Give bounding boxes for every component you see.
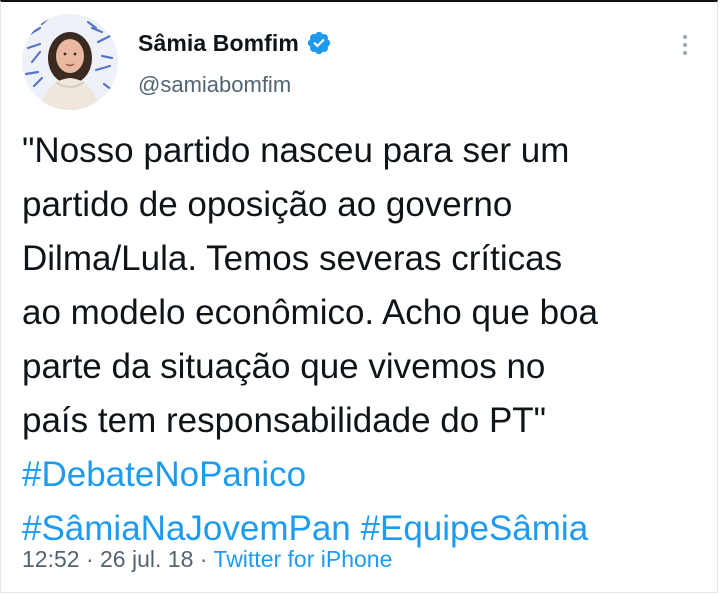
more-vertical-icon[interactable]	[672, 30, 698, 60]
meta-separator: ·	[199, 546, 208, 572]
author-name-row: Sâmia Bomfim	[138, 28, 332, 58]
tweet-date[interactable]: 26 jul. 18	[100, 546, 193, 572]
tweet-line: "Nosso partido nasceu para ser um	[22, 131, 570, 170]
profile-photo	[22, 14, 118, 110]
author-handle[interactable]: @samiabomfim	[138, 72, 291, 98]
hashtag-link[interactable]: #SâmiaNaJovemPan	[22, 509, 351, 548]
tweet-line: ao modelo econômico. Acho que boa	[22, 293, 598, 332]
more-dot	[683, 43, 687, 47]
tweet-source-link[interactable]: Twitter for iPhone	[213, 546, 392, 572]
hashtag-link[interactable]: #DebateNoPanico	[22, 455, 306, 494]
meta-separator: ·	[85, 546, 94, 572]
tweet-line: país tem responsabilidade do PT"	[22, 401, 547, 440]
tweet-line: partido de oposição ao governo	[22, 185, 513, 224]
tweet-metadata: 12:52 · 26 jul. 18 · Twitter for iPhone	[22, 546, 392, 573]
tweet-header: Sâmia Bomfim @samiabomfim	[0, 0, 720, 120]
more-dot	[683, 35, 687, 39]
tweet-line: parte da situação que vivemos no	[22, 347, 546, 386]
hashtag-line: #DebateNoPanico	[22, 448, 702, 502]
more-dot	[683, 51, 687, 55]
verified-badge-icon	[306, 30, 332, 56]
tweet-text: "Nosso partido nasceu para ser um partid…	[22, 124, 702, 556]
tweet-line: Dilma/Lula. Temos severas críticas	[22, 239, 563, 278]
avatar[interactable]	[22, 14, 118, 110]
hashtag-link[interactable]: #EquipeSâmia	[361, 509, 589, 548]
author-display-name[interactable]: Sâmia Bomfim	[138, 30, 299, 57]
tweet-time[interactable]: 12:52	[22, 546, 80, 572]
